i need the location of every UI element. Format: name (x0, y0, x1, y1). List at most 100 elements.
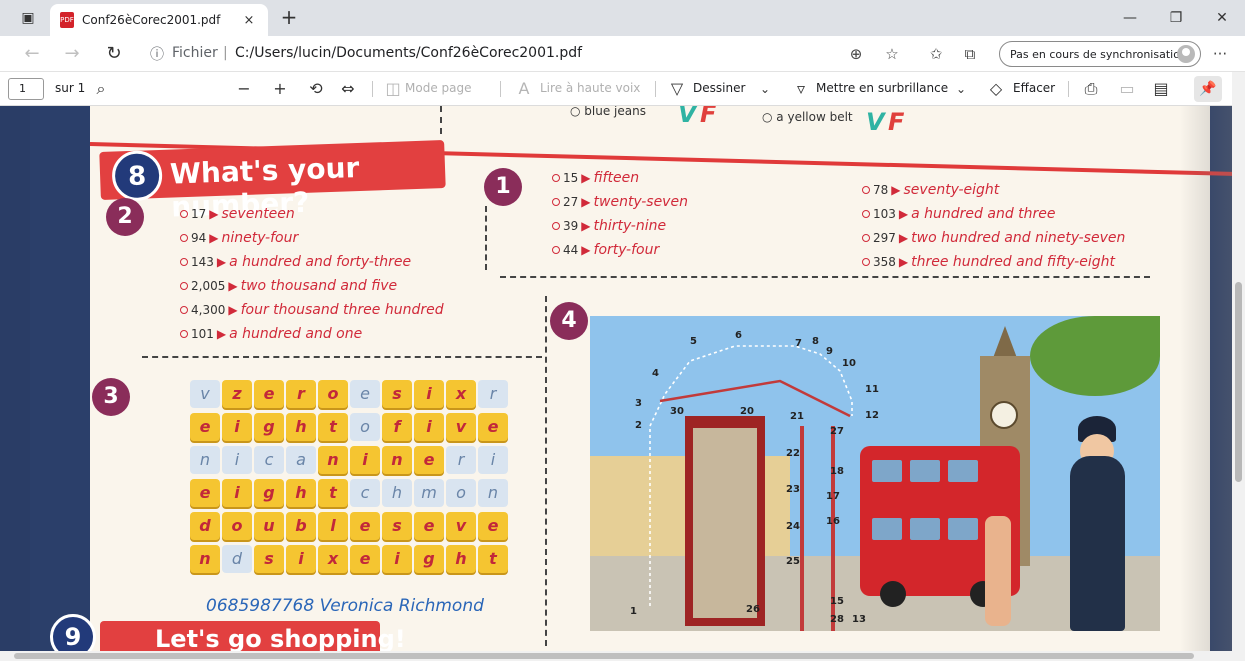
zoom-out-icon[interactable]: − (233, 78, 255, 100)
tab-pdf[interactable]: PDF Conf26èCorec2001.pdf × (50, 4, 268, 36)
draw-icon[interactable]: ▽ (666, 78, 688, 100)
number-item: 103 ▶ a hundred and three (862, 206, 1056, 222)
dot-number: 7 (795, 338, 802, 349)
grid-cell: v (190, 380, 220, 408)
chevron-down-icon[interactable]: ⌄ (950, 78, 972, 100)
tab-actions-icon[interactable]: ▣ (14, 4, 42, 32)
avatar (1177, 45, 1195, 63)
favorites-icon[interactable]: ✩ (924, 42, 948, 66)
forward-icon[interactable]: → (58, 40, 86, 68)
grid-cell: i (222, 413, 252, 441)
read-aloud-button[interactable]: Lire à haute voix (540, 81, 640, 95)
number-item: 297 ▶ two hundred and ninety-seven (862, 230, 1125, 246)
zoom-in-icon[interactable]: + (269, 78, 291, 100)
dot-number: 11 (865, 384, 879, 395)
grid-cell: i (286, 545, 316, 573)
dot-number: 9 (826, 346, 833, 357)
dot-number: 25 (786, 556, 800, 567)
number-item: 17 ▶ seventeen (180, 206, 295, 222)
refresh-icon[interactable]: ↻ (100, 40, 128, 68)
pin-toolbar-icon[interactable]: 📌 (1194, 76, 1222, 102)
exercise-2-badge: 2 (106, 198, 144, 236)
vertical-scrollbar[interactable] (1232, 72, 1245, 651)
grid-cell: g (254, 479, 284, 507)
print-icon[interactable]: ⎙ (1080, 78, 1102, 100)
dot-number: 12 (865, 410, 879, 421)
toolbar-divider (655, 81, 656, 97)
sync-status-button[interactable]: Pas en cours de synchronisation (999, 41, 1201, 67)
grid-cell: v (446, 413, 476, 441)
exercise-4-badge: 4 (550, 302, 588, 340)
address-input[interactable]: C:/Users/lucin/Documents/Conf26èCorec200… (235, 45, 582, 61)
tab-strip: ▣ PDF Conf26èCorec2001.pdf × + — ❐ ✕ (0, 0, 1245, 36)
read-aloud-icon[interactable]: A (513, 78, 535, 100)
flag-badge: 8 (111, 149, 163, 202)
more-menu-icon[interactable]: ··· (1208, 42, 1232, 66)
dot-to-dot-picture: 1 2 3 4 5 6 7 8 9 10 11 12 13 15 16 17 18 20 21 22 23 24 25 26 2… (590, 316, 1160, 631)
page-number-input[interactable]: 1 (8, 78, 44, 100)
highlight-button[interactable]: Mettre en surbrillance (816, 81, 948, 95)
dot-outline (649, 345, 853, 606)
info-icon[interactable]: ⓘ (150, 44, 164, 64)
grid-cell: i (414, 380, 444, 408)
pdf-viewport[interactable]: ○ blue jeans V F ○ a yellow belt V F 8 W… (0, 106, 1232, 651)
back-icon[interactable]: ← (18, 40, 46, 68)
grid-cell: h (446, 545, 476, 573)
grid-cell: o (446, 479, 476, 507)
grid-cell: i (222, 479, 252, 507)
grid-cell: l (318, 512, 348, 540)
page-mode-icon[interactable]: ◫ (382, 78, 404, 100)
chevron-down-icon[interactable]: ⌄ (754, 78, 776, 100)
number-item: 4,300 ▶ four thousand three hundred (180, 302, 444, 318)
highlight-icon[interactable]: ▿ (790, 78, 812, 100)
grid-cell: i (382, 545, 412, 573)
zoom-icon[interactable]: ⊕ (844, 42, 868, 66)
dot-number: 3 (635, 398, 642, 409)
section-9-title: Let's go shopping! (155, 625, 406, 651)
search-icon[interactable]: ⌕ (90, 78, 112, 100)
phone-answer: 0685987768 Veronica Richmond (206, 596, 484, 616)
toolbar-divider (372, 81, 373, 97)
minimize-icon[interactable]: — (1107, 0, 1153, 36)
dot-number: 2 (635, 420, 642, 431)
restore-icon[interactable]: ❐ (1153, 0, 1199, 36)
close-window-icon[interactable]: ✕ (1199, 0, 1245, 36)
erase-button[interactable]: Effacer (1013, 81, 1055, 95)
dot-number: 5 (690, 336, 697, 347)
grid-cell: m (414, 479, 444, 507)
dot-number: 13 (852, 614, 866, 625)
horizontal-scroll-thumb[interactable] (14, 653, 1194, 659)
draw-button[interactable]: Dessiner (693, 81, 745, 95)
vertical-scroll-thumb[interactable] (1235, 282, 1242, 482)
dot-number: 17 (826, 491, 840, 502)
new-tab-button[interactable]: + (276, 6, 302, 30)
dot-number: 6 (735, 330, 742, 341)
grid-cell: i (222, 446, 252, 474)
fit-width-icon[interactable]: ⇔ (337, 78, 359, 100)
grid-cell: x (446, 380, 476, 408)
pdf-file-icon: PDF (60, 12, 74, 28)
dot-number: 26 (746, 604, 760, 615)
grid-cell: z (222, 380, 252, 408)
dashed-divider (545, 296, 547, 646)
dot-number: 23 (786, 484, 800, 495)
collections-icon[interactable]: ⧉ (958, 42, 982, 66)
rotate-icon[interactable]: ⟲ (305, 78, 327, 100)
grid-cell: d (222, 545, 252, 573)
address-separator: | (223, 45, 228, 61)
close-tab-icon[interactable]: × (240, 13, 258, 28)
grid-cell: e (350, 545, 380, 573)
save-as-icon[interactable]: ▤ (1150, 78, 1172, 100)
favorite-add-icon[interactable]: ☆ (880, 42, 904, 66)
grid-cell: e (190, 413, 220, 441)
grid-cell: o (350, 413, 380, 441)
dot-number: 18 (830, 466, 844, 477)
horizontal-scrollbar[interactable] (0, 651, 1245, 661)
v-mark: V (866, 108, 885, 136)
grid-cell: i (350, 446, 380, 474)
erase-icon[interactable]: ◇ (985, 78, 1007, 100)
tab-title: Conf26èCorec2001.pdf (82, 13, 221, 27)
save-icon[interactable]: ▭ (1116, 78, 1138, 100)
page-mode-button[interactable]: Mode page (405, 81, 471, 95)
exercise-3-badge: 3 (92, 378, 130, 416)
